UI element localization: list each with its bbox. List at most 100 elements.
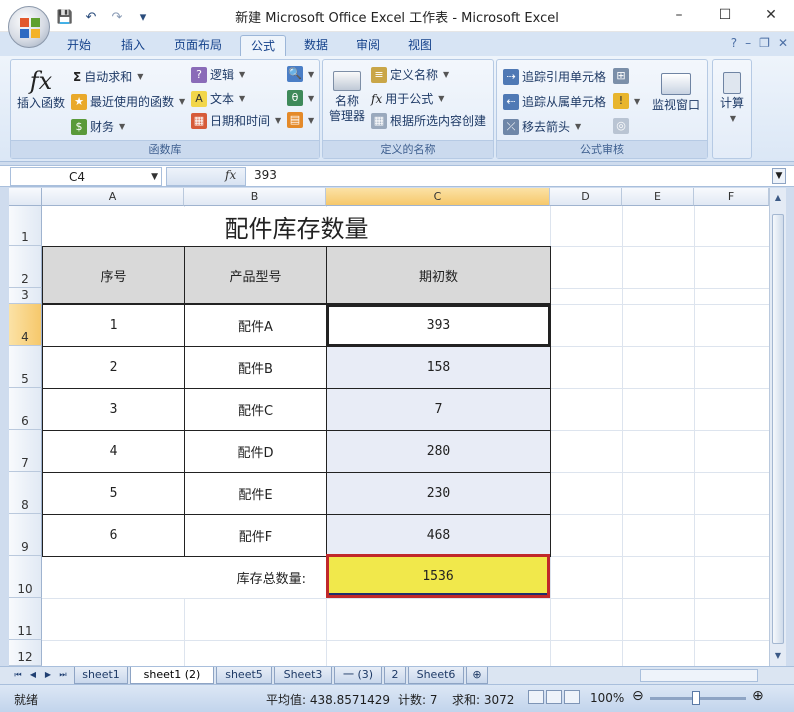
insert-sheet-icon[interactable]: ⊕ <box>466 667 488 684</box>
row-header-1[interactable]: 1 <box>9 206 42 246</box>
math-button[interactable]: θ ▼ <box>287 90 314 106</box>
show-formulas-button[interactable]: ⊞ <box>613 68 629 84</box>
prev-sheet-icon[interactable]: ◀ <box>27 669 39 681</box>
tab-insert[interactable]: 插入 <box>112 35 154 56</box>
model-cell[interactable]: 配件B <box>184 346 327 389</box>
sheet-tab-sheet5[interactable]: sheet5 <box>216 667 272 684</box>
header-model-cell[interactable]: 产品型号 <box>184 246 327 304</box>
doc-close-icon[interactable]: ✕ <box>778 36 788 50</box>
zoom-in-icon[interactable]: ⊕ <box>752 688 764 704</box>
row-header-12[interactable]: 12 <box>9 640 42 666</box>
horizontal-scrollbar[interactable] <box>640 669 758 682</box>
column-header-c[interactable]: C <box>326 188 550 206</box>
tab-home[interactable]: 开始 <box>58 35 100 56</box>
tab-review[interactable]: 审阅 <box>348 35 388 56</box>
recent-functions-button[interactable]: ★ 最近使用的函数 ▼ <box>71 93 185 110</box>
tab-page-layout[interactable]: 页面布局 <box>166 35 230 56</box>
seq-cell[interactable]: 6 <box>42 514 185 557</box>
zoom-level[interactable]: 100% <box>590 691 624 705</box>
row-header-2[interactable]: 2 <box>9 246 42 288</box>
tab-formulas[interactable]: 公式 <box>240 35 286 56</box>
autosum-button[interactable]: Σ 自动求和 ▼ <box>73 68 143 85</box>
page-layout-view-icon[interactable] <box>546 690 562 704</box>
use-in-formula-button[interactable]: fx 用于公式 ▼ <box>371 90 444 107</box>
model-cell[interactable]: 配件C <box>184 388 327 431</box>
column-header-f[interactable]: F <box>694 188 769 206</box>
row-header-7[interactable]: 7 <box>9 430 42 472</box>
tab-view[interactable]: 视图 <box>400 35 440 56</box>
create-from-selection-button[interactable]: ▦ 根据所选内容创建 <box>371 112 486 129</box>
qty-cell[interactable]: 280 <box>326 430 551 473</box>
scroll-up-icon[interactable]: ▲ <box>772 192 784 204</box>
row-header-5[interactable]: 5 <box>9 346 42 388</box>
financial-button[interactable]: $ 财务 ▼ <box>71 118 125 135</box>
worksheet-grid[interactable]: A B C D E F 1 2 3 4 5 6 7 8 9 10 11 12 配… <box>9 188 769 666</box>
qty-cell[interactable]: 468 <box>326 514 551 557</box>
doc-restore-icon[interactable]: ❐ <box>759 36 770 50</box>
next-sheet-icon[interactable]: ▶ <box>42 669 54 681</box>
more-functions-button[interactable]: ▤ ▼ <box>287 112 314 128</box>
seq-cell[interactable]: 1 <box>42 304 185 347</box>
seq-cell[interactable]: 2 <box>42 346 185 389</box>
model-cell[interactable]: 配件F <box>184 514 327 557</box>
logical-button[interactable]: ? 逻辑 ▼ <box>191 66 245 83</box>
lookup-button[interactable]: 🔍 ▼ <box>287 66 314 82</box>
watch-window-button[interactable]: 监视窗口 <box>647 70 705 113</box>
zoom-slider-knob[interactable] <box>692 691 700 705</box>
sheet-tab-yi-3[interactable]: 一 (3) <box>334 667 382 684</box>
text-button[interactable]: A 文本 ▼ <box>191 90 245 107</box>
calculation-button[interactable]: 计算 ▼ <box>713 70 751 126</box>
trace-dependents-button[interactable]: ⇠ 追踪从属单元格 <box>503 93 606 110</box>
sheet-tab-sheet1-2[interactable]: sheet1 (2) <box>130 667 214 684</box>
datetime-button[interactable]: ▦ 日期和时间 ▼ <box>191 112 281 129</box>
error-checking-button[interactable]: ! ▼ <box>613 93 640 109</box>
row-header-4[interactable]: 4 <box>9 304 42 346</box>
first-sheet-icon[interactable]: ⏮ <box>12 669 24 681</box>
qty-cell-active[interactable]: 393 <box>326 304 551 347</box>
expand-formula-bar-icon[interactable]: ▼ <box>772 168 786 184</box>
last-sheet-icon[interactable]: ⏭ <box>57 669 69 681</box>
header-seq-cell[interactable]: 序号 <box>42 246 185 304</box>
close-button[interactable]: ✕ <box>748 0 794 30</box>
column-header-d[interactable]: D <box>550 188 622 206</box>
model-cell[interactable]: 配件A <box>184 304 327 347</box>
sheet-tab-sheet3[interactable]: Sheet3 <box>274 667 332 684</box>
vertical-scrollbar[interactable]: ▲ ▼ <box>769 188 786 666</box>
row-header-6[interactable]: 6 <box>9 388 42 430</box>
sheet-title[interactable]: 配件库存数量 <box>43 207 550 246</box>
row-header-3[interactable]: 3 <box>9 288 42 304</box>
fx-icon[interactable]: fx <box>225 168 236 182</box>
page-break-view-icon[interactable] <box>564 690 580 704</box>
seq-cell[interactable]: 3 <box>42 388 185 431</box>
scroll-down-icon[interactable]: ▼ <box>772 650 784 662</box>
qty-cell[interactable]: 7 <box>326 388 551 431</box>
sheet-tab-sheet1[interactable]: sheet1 <box>74 667 128 684</box>
office-button[interactable] <box>8 6 50 48</box>
doc-minimize-icon[interactable]: – <box>745 36 751 50</box>
row-header-11[interactable]: 11 <box>9 598 42 640</box>
name-box[interactable]: C4 ▼ <box>10 167 162 186</box>
evaluate-formula-button[interactable]: ◎ <box>613 118 629 134</box>
qty-cell[interactable]: 230 <box>326 472 551 515</box>
chevron-down-icon[interactable]: ▼ <box>151 168 158 186</box>
seq-cell[interactable]: 4 <box>42 430 185 473</box>
minimize-button[interactable]: – <box>656 0 702 30</box>
column-header-e[interactable]: E <box>622 188 694 206</box>
remove-arrows-button[interactable]: ⤫ 移去箭头 ▼ <box>503 118 581 135</box>
total-label-cell[interactable]: 库存总数量: <box>184 557 326 598</box>
maximize-button[interactable]: ☐ <box>702 0 748 30</box>
qty-cell[interactable]: 158 <box>326 346 551 389</box>
vertical-scroll-thumb[interactable] <box>772 214 784 644</box>
name-manager-button[interactable]: 名称 管理器 <box>325 68 369 124</box>
column-header-b[interactable]: B <box>184 188 326 206</box>
model-cell[interactable]: 配件E <box>184 472 327 515</box>
header-qty-cell[interactable]: 期初数 <box>326 246 551 304</box>
formula-input[interactable]: 393 <box>254 168 277 182</box>
insert-function-button[interactable]: fx 插入函数 <box>15 66 67 111</box>
row-header-8[interactable]: 8 <box>9 472 42 514</box>
trace-precedents-button[interactable]: ⇢ 追踪引用单元格 <box>503 68 606 85</box>
select-all-corner[interactable] <box>9 188 42 206</box>
define-name-button[interactable]: ≡ 定义名称 ▼ <box>371 66 449 83</box>
column-header-a[interactable]: A <box>42 188 184 206</box>
model-cell[interactable]: 配件D <box>184 430 327 473</box>
